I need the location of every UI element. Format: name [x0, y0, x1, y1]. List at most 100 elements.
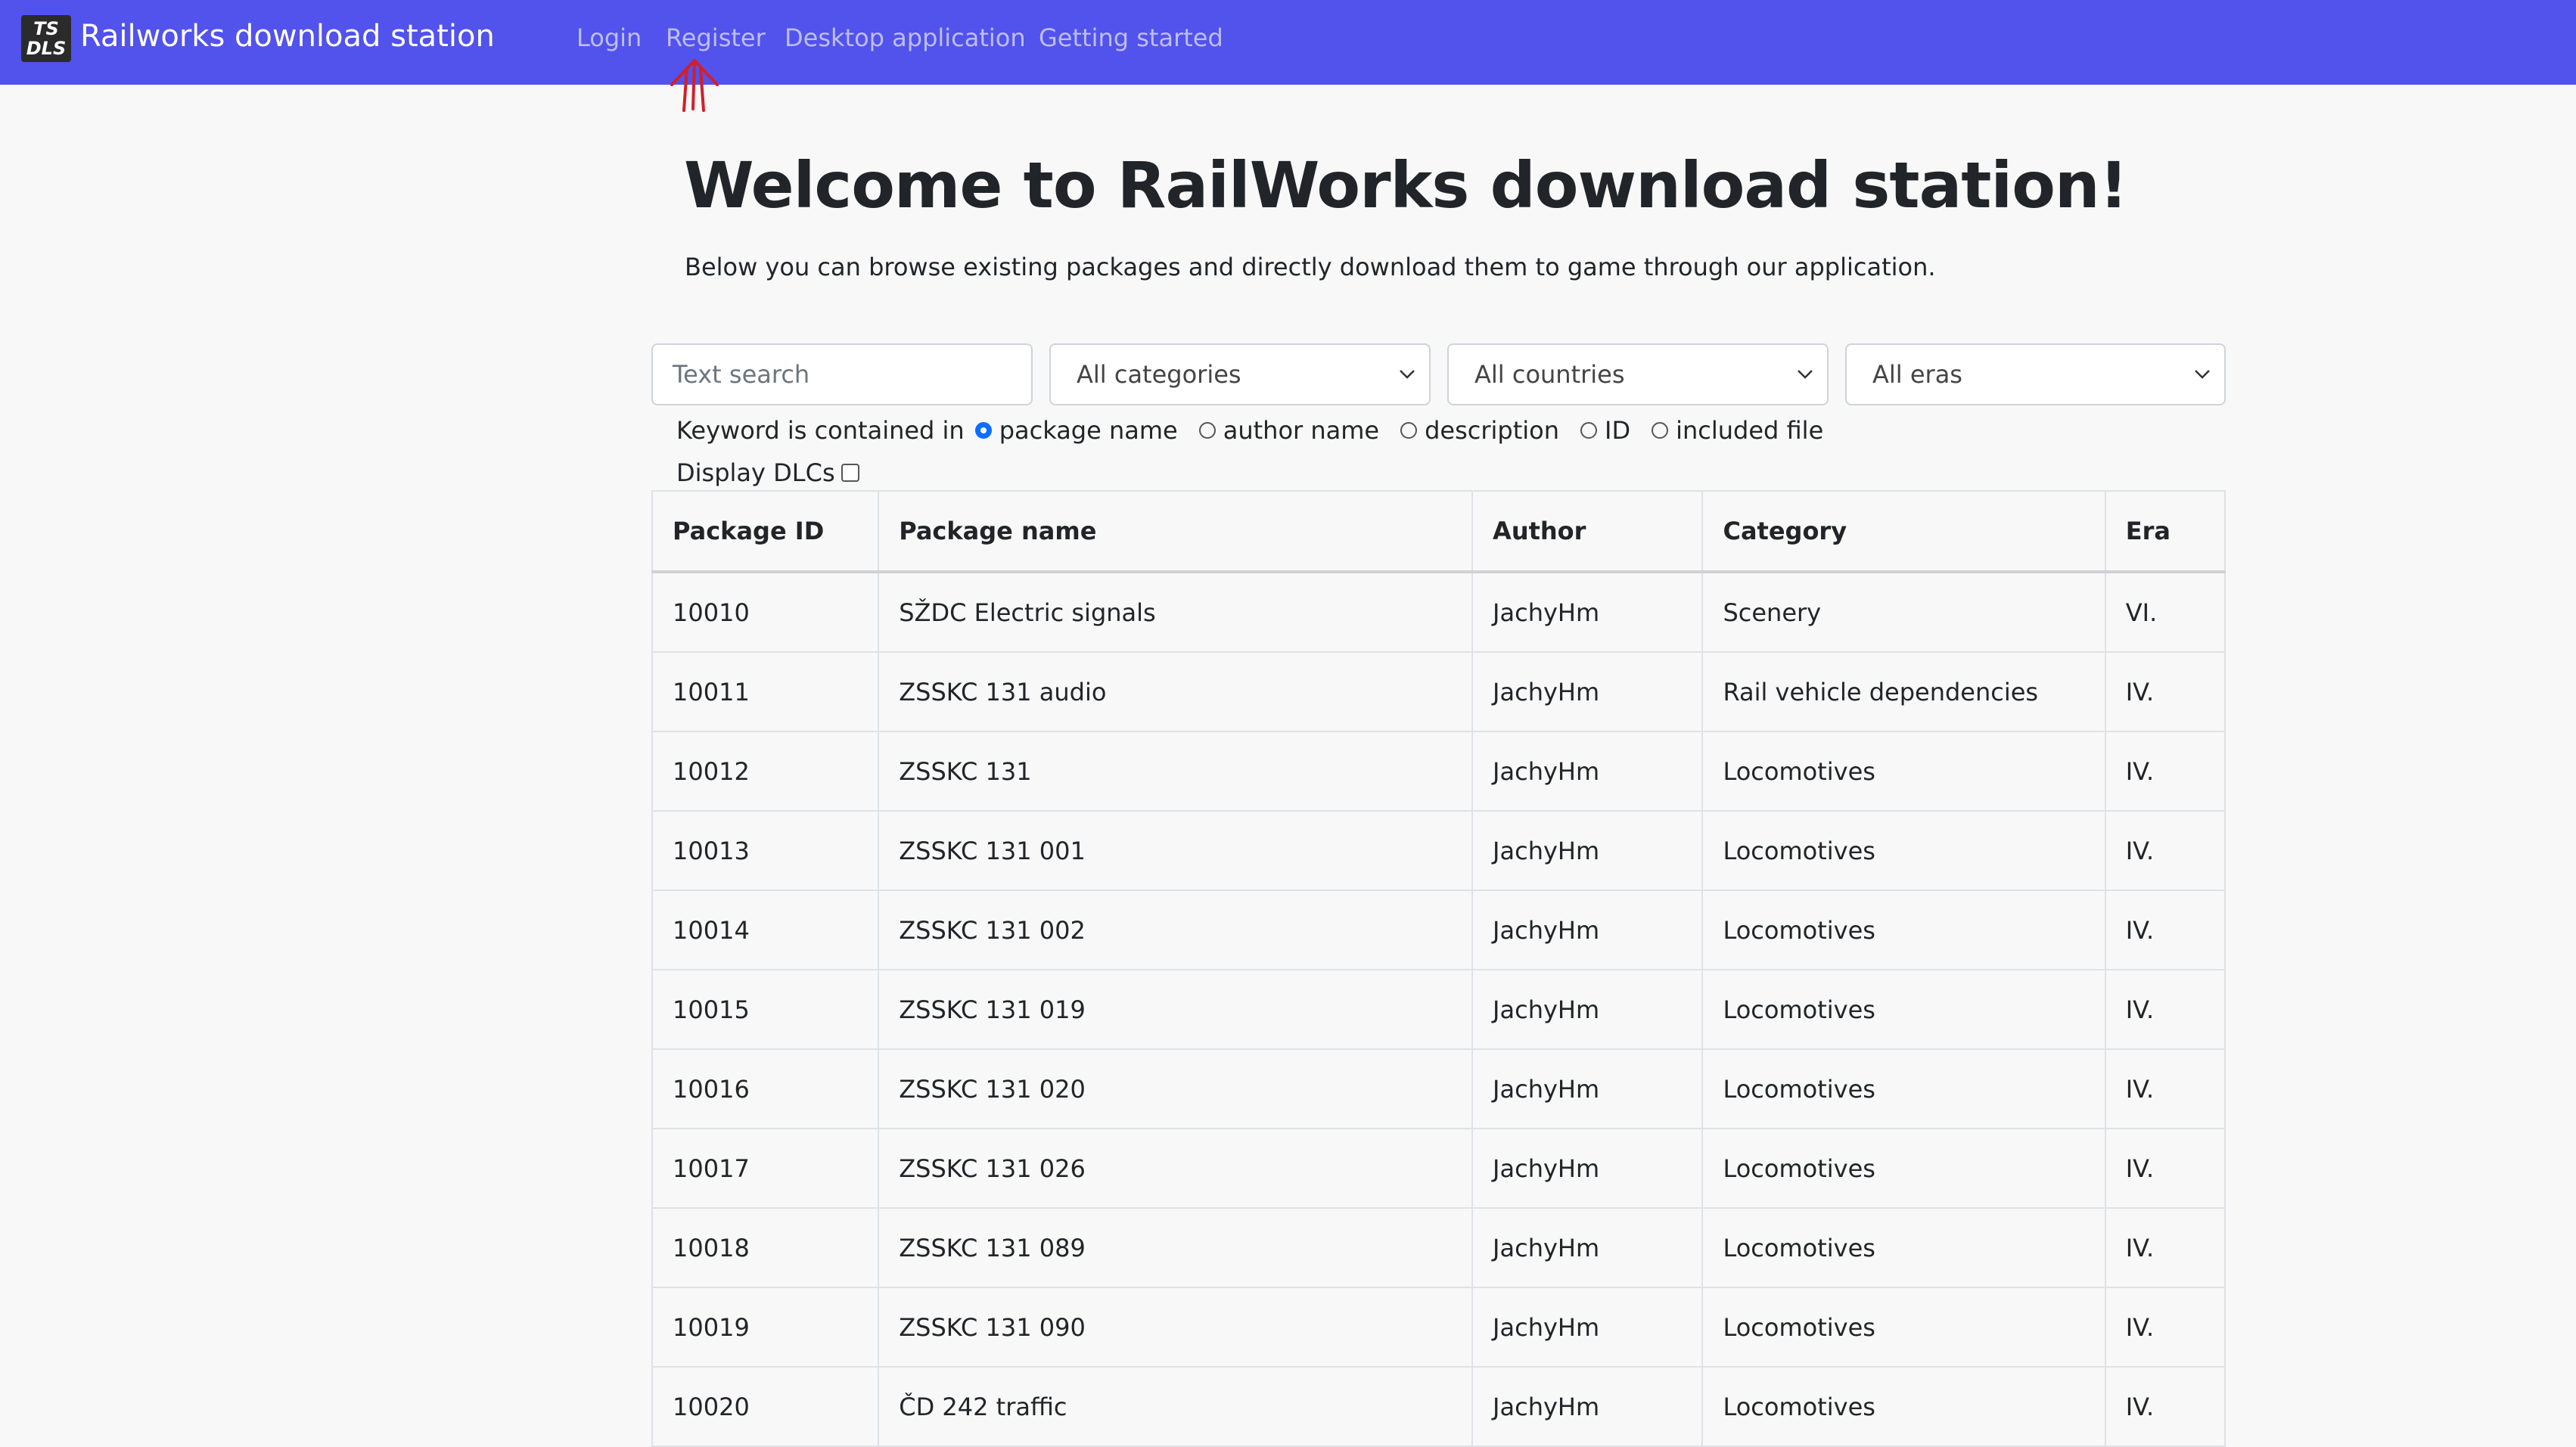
table-row[interactable]: 10019 ZSSKC 131 090 JachyHm Locomotives IV.	[651, 1287, 2226, 1368]
radio-author-name[interactable]	[1198, 422, 1216, 439]
cell-package-name[interactable]: ZSSKC 131 002	[878, 890, 1474, 970]
cell-package-id: 10016	[651, 1048, 880, 1129]
radio-included-file[interactable]	[1652, 422, 1669, 439]
cell-category: Locomotives	[1701, 1128, 2106, 1209]
radio-id[interactable]	[1580, 422, 1598, 439]
cell-category: Locomotives	[1701, 1048, 2106, 1129]
cell-package-id: 10013	[651, 810, 880, 891]
cell-author: JachyHm	[1471, 651, 1704, 732]
table-row[interactable]: 10011 ZSSKC 131 audio JachyHm Rail vehicle …	[651, 651, 2226, 732]
red-arrow-annotation-icon	[670, 59, 719, 112]
keyword-scope-label: Keyword is contained in	[676, 416, 965, 445]
tsdls-logo[interactable]: TS DLS	[21, 15, 71, 62]
nav-getting-started-link[interactable]: Getting started	[1039, 21, 1223, 54]
packages-table: Package ID Package name Author Category …	[651, 490, 2226, 1447]
radio-included-file-label[interactable]: included file	[1676, 411, 1823, 449]
cell-era: IV.	[2104, 1287, 2226, 1368]
table-header-row: Package ID Package name Author Category …	[651, 490, 2226, 573]
top-navbar: TS DLS Railworks download station Login …	[0, 0, 2576, 85]
header-category[interactable]: Category	[1701, 490, 2106, 573]
text-search-input[interactable]: Text search	[651, 343, 1033, 405]
radio-description-label[interactable]: description	[1425, 411, 1559, 449]
table-row[interactable]: 10020 ČD 242 traffic JachyHm Locomotives IV.	[651, 1366, 2226, 1447]
category-select[interactable]: All categories	[1049, 343, 1431, 405]
table-row[interactable]: 10014 ZSSKC 131 002 JachyHm Locomotives IV.	[651, 890, 2226, 970]
cell-package-name[interactable]: ZSSKC 131	[878, 731, 1474, 812]
cell-era: IV.	[2104, 651, 2226, 732]
cell-era: IV.	[2104, 1128, 2226, 1209]
cell-package-id: 10017	[651, 1128, 880, 1209]
table-row[interactable]: 10010 SŽDC Electric signals JachyHm Scenery…	[651, 571, 2226, 653]
cell-package-name[interactable]: ZSSKC 131 020	[878, 1048, 1474, 1129]
table-row[interactable]: 10016 ZSSKC 131 020 JachyHm Locomotives IV.	[651, 1048, 2226, 1129]
page-title: Welcome to RailWorks download station!	[684, 148, 2128, 222]
cell-category: Locomotives	[1701, 1207, 2106, 1288]
cell-package-id: 10012	[651, 731, 880, 812]
nav-register-link[interactable]: Register	[666, 21, 766, 54]
radio-package-name[interactable]	[974, 422, 992, 439]
cell-package-name[interactable]: ZSSKC 131 089	[878, 1207, 1474, 1288]
page-subtitle: Below you can browse existing packages a…	[685, 253, 1936, 281]
nav-login-link[interactable]: Login	[576, 21, 642, 54]
cell-category: Locomotives	[1701, 1366, 2106, 1447]
cell-author: JachyHm	[1471, 1287, 1704, 1368]
cell-author: JachyHm	[1471, 1207, 1704, 1288]
cell-author: JachyHm	[1471, 731, 1704, 812]
country-select-value: All countries	[1474, 360, 1625, 389]
keyword-scope-group: Keyword is contained in package name aut…	[676, 411, 1834, 449]
header-author[interactable]: Author	[1471, 490, 1704, 573]
cell-author: JachyHm	[1471, 1048, 1704, 1129]
radio-package-name-label[interactable]: package name	[999, 411, 1178, 449]
cell-package-id: 10020	[651, 1366, 880, 1447]
cell-era: IV.	[2104, 1048, 2226, 1129]
cell-package-name[interactable]: ZSSKC 131 001	[878, 810, 1474, 891]
header-package-name[interactable]: Package name	[878, 490, 1474, 573]
radio-id-label[interactable]: ID	[1605, 411, 1630, 449]
cell-era: IV.	[2104, 1207, 2226, 1288]
table-row[interactable]: 10015 ZSSKC 131 019 JachyHm Locomotives IV.	[651, 969, 2226, 1050]
cell-category: Scenery	[1701, 571, 2106, 653]
radio-description[interactable]	[1400, 422, 1418, 439]
table-row[interactable]: 10012 ZSSKC 131 JachyHm Locomotives IV.	[651, 731, 2226, 812]
brand-name-link[interactable]: Railworks download station	[80, 17, 495, 56]
header-era[interactable]: Era	[2104, 490, 2226, 573]
table-row[interactable]: 10018 ZSSKC 131 089 JachyHm Locomotives IV.	[651, 1207, 2226, 1288]
cell-package-name[interactable]: ZSSKC 131 019	[878, 969, 1474, 1050]
chevron-down-icon	[1400, 370, 1415, 379]
cell-package-name[interactable]: ZSSKC 131 090	[878, 1287, 1474, 1368]
logo-line-1: TS	[33, 18, 59, 39]
cell-package-name[interactable]: ZSSKC 131 audio	[878, 651, 1474, 732]
cell-package-id: 10019	[651, 1287, 880, 1368]
cell-era: IV.	[2104, 1366, 2226, 1447]
cell-author: JachyHm	[1471, 1128, 1704, 1209]
logo-line-2: DLS	[26, 38, 67, 59]
display-dlcs-label[interactable]: Display DLCs	[676, 454, 835, 492]
cell-package-id: 10015	[651, 969, 880, 1050]
cell-package-name[interactable]: ZSSKC 131 026	[878, 1128, 1474, 1209]
cell-author: JachyHm	[1471, 890, 1704, 970]
era-select[interactable]: All eras	[1845, 343, 2226, 405]
display-dlcs-checkbox[interactable]	[841, 464, 859, 482]
cell-era: IV.	[2104, 810, 2226, 891]
cell-category: Locomotives	[1701, 1287, 2106, 1368]
cell-era: VI.	[2104, 571, 2226, 653]
cell-package-id: 10010	[651, 571, 880, 653]
nav-desktop-application-link[interactable]: Desktop application	[785, 21, 1026, 54]
table-row[interactable]: 10013 ZSSKC 131 001 JachyHm Locomotives IV.	[651, 810, 2226, 891]
category-select-value: All categories	[1077, 360, 1241, 389]
cell-author: JachyHm	[1471, 810, 1704, 891]
table-row[interactable]: 10017 ZSSKC 131 026 JachyHm Locomotives IV.	[651, 1128, 2226, 1209]
cell-author: JachyHm	[1471, 969, 1704, 1050]
chevron-down-icon	[2195, 370, 2210, 379]
country-select[interactable]: All countries	[1447, 343, 1829, 405]
display-dlcs-row: Display DLCs	[676, 454, 859, 492]
cell-package-name[interactable]: ČD 242 traffic	[878, 1366, 1474, 1447]
cell-package-id: 10014	[651, 890, 880, 970]
chevron-down-icon	[1798, 370, 1813, 379]
radio-author-name-label[interactable]: author name	[1223, 411, 1379, 449]
cell-era: IV.	[2104, 969, 2226, 1050]
cell-package-id: 10011	[651, 651, 880, 732]
cell-category: Locomotives	[1701, 731, 2106, 812]
cell-package-name[interactable]: SŽDC Electric signals	[878, 571, 1474, 653]
header-package-id[interactable]: Package ID	[651, 490, 880, 573]
